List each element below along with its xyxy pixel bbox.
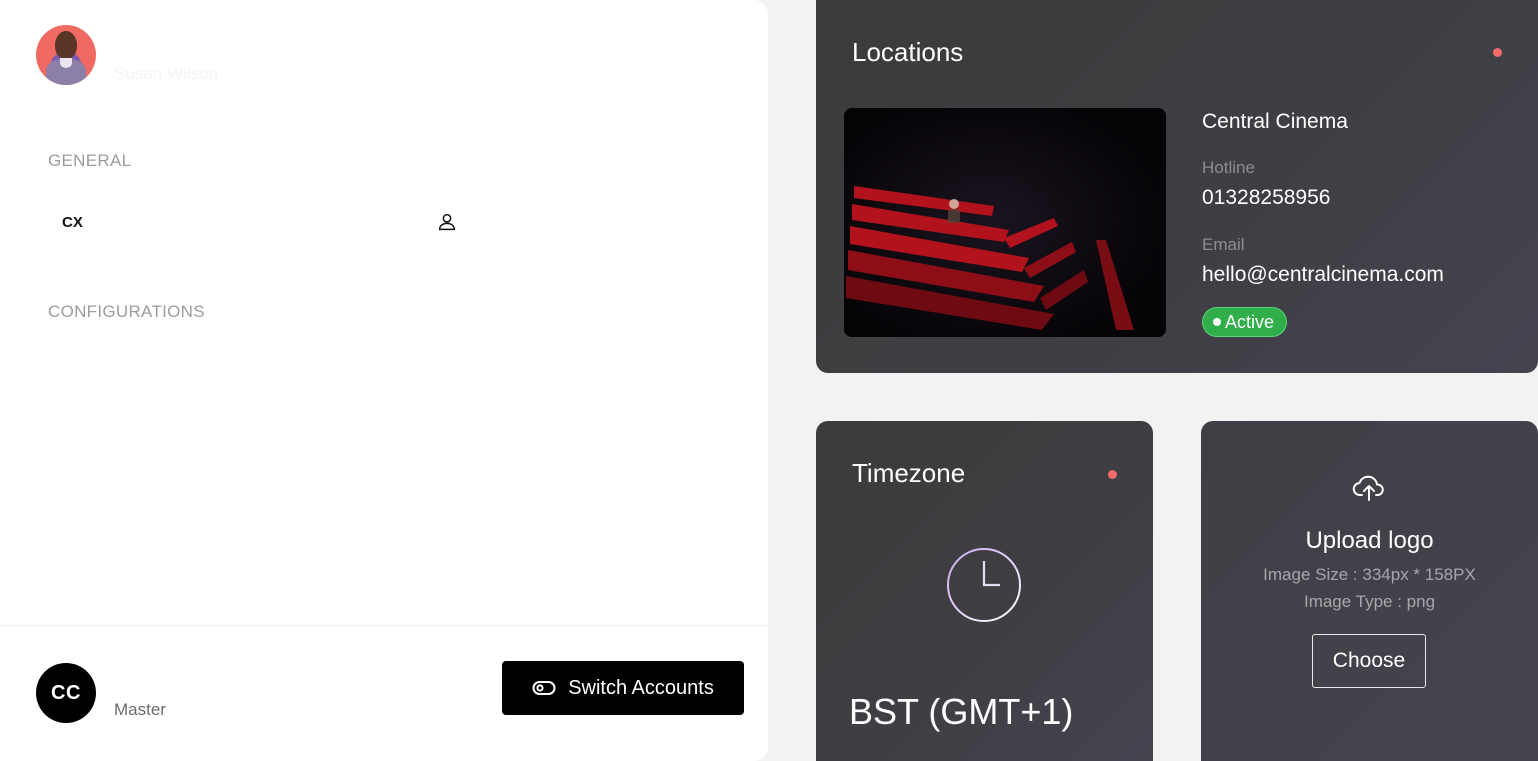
email-label: Email [1202,235,1245,254]
switch-accounts-button[interactable]: Switch Accounts [502,661,744,715]
locations-card: Locations Central Cinema Hotline 0132825… [816,0,1538,373]
user-icon [438,213,456,231]
upload-logo-card: Upload logo Image Size : 334px * 158PX I… [1201,421,1538,761]
cinema-photo [844,108,1166,337]
sidebar-item-label: CX [62,213,83,231]
upload-logo-title: Upload logo [1305,527,1434,554]
location-name: Central Cinema [1202,110,1348,133]
sidebar-item-cx[interactable]: CX [48,203,458,241]
hotline-value: 01328258956 [1202,186,1331,209]
cloud-upload-icon [1352,475,1384,501]
settings-sidebar: Susan Wilson GENERAL CX CONFIGURATIONS C… [0,0,768,761]
user-avatar[interactable] [36,25,96,85]
account-avatar[interactable]: CC [36,663,96,723]
choose-file-button[interactable]: Choose [1312,634,1426,688]
email-value: hello@centralcinema.com [1202,263,1444,286]
status-badge-label: Active [1225,311,1275,332]
clock-icon [947,548,1021,622]
image-type-text: Image Type : png [1303,592,1436,611]
status-dot [1493,48,1502,57]
status-dot [1108,470,1117,479]
divider [0,625,768,626]
hotline-label: Hotline [1202,158,1255,177]
badge-dot-icon [1213,318,1221,326]
user-name: Susan Wilson [114,64,218,83]
toggle-icon [532,681,556,695]
timezone-value: BST (GMT+1) [849,691,1074,732]
account-role: Master [114,700,166,719]
status-badge: Active [1202,307,1288,337]
section-general-label: GENERAL [48,151,132,170]
section-configurations-label: CONFIGURATIONS [48,302,205,321]
locations-title: Locations [852,37,964,67]
timezone-card: Timezone BST (GMT+1) [816,421,1153,761]
timezone-title: Timezone [852,458,966,488]
image-size-text: Image Size : 334px * 158PX [1263,565,1476,584]
switch-accounts-label: Switch Accounts [568,676,714,699]
